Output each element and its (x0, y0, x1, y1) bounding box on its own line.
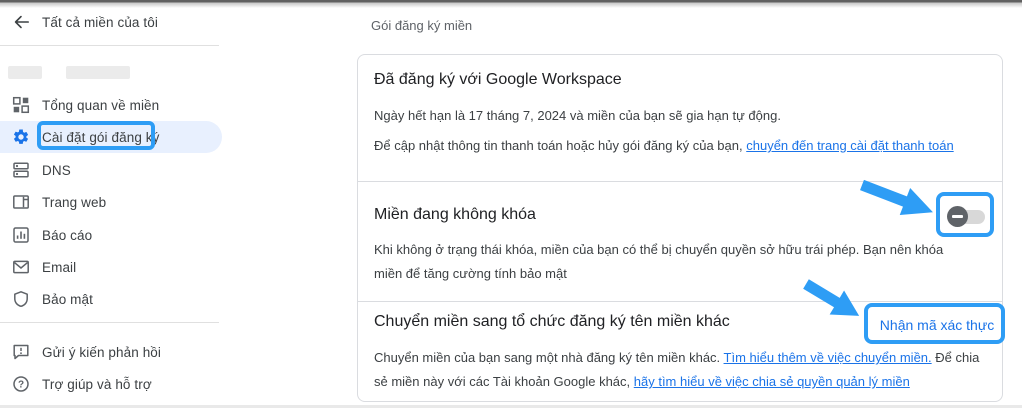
billing-text: Để cập nhật thông tin thanh toán hoặc hủ… (374, 134, 954, 158)
sidebar-item-label: Trợ giúp và hỗ trợ (42, 376, 152, 392)
sidebar-item-domain-overview[interactable]: Tổng quan về miền (0, 89, 222, 121)
lock-section-body: Khi không ở trạng thái khóa, miền của bạ… (374, 242, 944, 281)
transfer-body-prefix: Chuyển miền của bạn sang một nhà đăng ký… (374, 350, 724, 365)
sidebar-item-label: Trang web (42, 194, 107, 210)
window-top-edge (0, 0, 1022, 8)
subscription-card: Đã đăng ký với Google Workspace Ngày hết… (357, 54, 1003, 402)
sidebar-item-label: Báo cáo (42, 227, 93, 243)
billing-text-prefix: Để cập nhật thông tin thanh toán hoặc hủ… (374, 138, 747, 153)
minus-icon (952, 215, 963, 218)
sidebar-divider-bottom (0, 322, 219, 323)
transfer-section-body: Chuyển miền của bạn sang một nhà đăng ký… (374, 346, 988, 394)
dashboard-icon (12, 96, 30, 114)
sidebar-item-label: Cài đặt gói đăng ký (42, 129, 160, 145)
help-icon: ? (12, 375, 30, 393)
billing-settings-link[interactable]: chuyển đến trang cài đặt thanh toán (746, 138, 953, 153)
browser-icon (12, 193, 30, 211)
sidebar-item-dns[interactable]: DNS (0, 154, 222, 186)
back-label: Tất cả miền của tôi (42, 14, 158, 30)
sidebar-item-label: DNS (42, 162, 71, 178)
gear-icon (12, 128, 30, 146)
feedback-icon (12, 343, 30, 361)
svg-text:?: ? (18, 379, 24, 390)
sidebar-item-label: Tổng quan về miền (42, 97, 160, 113)
shield-icon (12, 290, 30, 308)
sidebar-item-subscription-settings[interactable]: Cài đặt gói đăng ký (0, 121, 222, 153)
back-arrow-icon (12, 13, 30, 31)
workspace-section-title: Đã đăng ký với Google Workspace (374, 71, 622, 88)
sidebar-item-website[interactable]: Trang web (0, 186, 222, 218)
sidebar-item-send-feedback[interactable]: Gửi ý kiến phản hồi (0, 336, 222, 368)
share-management-link[interactable]: hãy tìm hiểu về việc chia sẻ quyền quản … (634, 374, 910, 389)
sidebar-item-help-support[interactable]: ? Trợ giúp và hỗ trợ (0, 368, 222, 400)
sidebar-item-security[interactable]: Bảo mật (0, 283, 222, 315)
transfer-learn-more-link[interactable]: Tìm hiểu thêm về việc chuyển miền. (724, 350, 932, 365)
domain-name-redacted (8, 66, 42, 79)
sidebar-item-email[interactable]: Email (0, 251, 222, 283)
sidebar-item-label: Bảo mật (42, 291, 93, 307)
page-title: Gói đăng ký miền (371, 18, 473, 33)
sidebar-divider-top (0, 45, 219, 46)
get-auth-code-button[interactable]: Nhận mã xác thực (879, 312, 995, 338)
google-domains-subscription-page: Tất cả miền của tôi Tổng quan về miền Cà… (0, 0, 1022, 408)
sidebar-item-reports[interactable]: Báo cáo (0, 219, 222, 251)
transfer-section-title: Chuyển miền sang tổ chức đăng ký tên miề… (374, 313, 730, 330)
lock-section-title: Miền đang không khóa (374, 206, 536, 223)
back-to-all-domains[interactable]: Tất cả miền của tôi (0, 8, 222, 36)
sidebar-item-label: Email (42, 259, 77, 275)
dns-icon (12, 161, 30, 179)
card-divider (358, 181, 1002, 182)
domain-name-redacted (66, 66, 130, 79)
sidebar-item-label: Gửi ý kiến phản hồi (42, 344, 162, 360)
bar-chart-icon (12, 226, 30, 244)
expiry-text: Ngày hết hạn là 17 tháng 7, 2024 và miền… (374, 108, 781, 123)
domain-lock-toggle-thumb[interactable] (947, 206, 968, 227)
envelope-icon (12, 258, 30, 276)
card-divider (358, 301, 1002, 302)
